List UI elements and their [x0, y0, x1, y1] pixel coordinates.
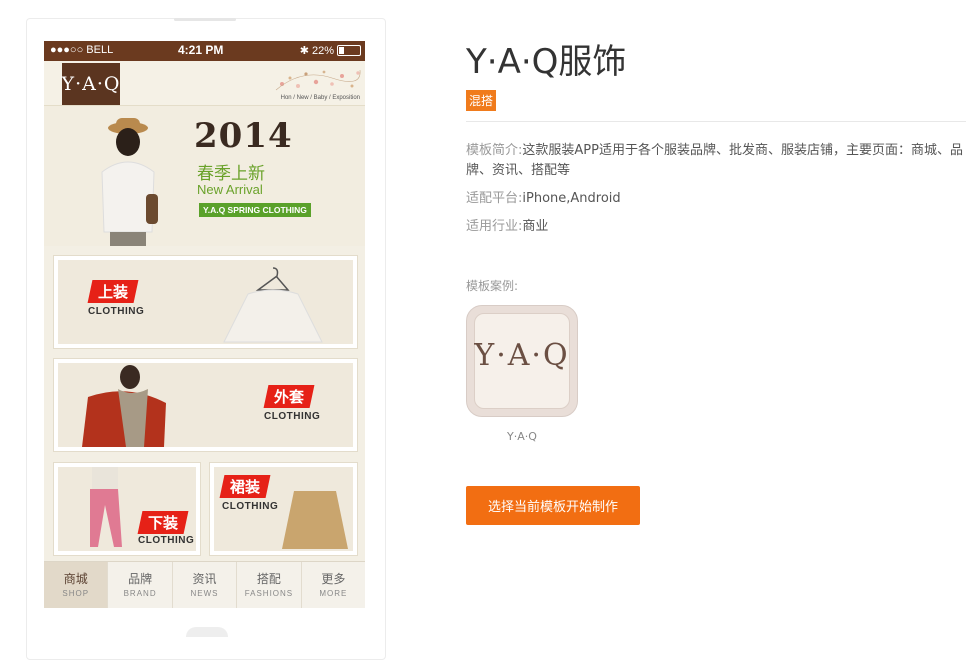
banner-spring-tag: Y.A.Q SPRING CLOTHING — [199, 203, 311, 217]
floral-decoration — [275, 69, 361, 91]
phone-preview: ●●●○○ BELL 4:21 PM ✱ 22% Y·A·Q Hon / New… — [44, 41, 365, 608]
platform-value: iPhone,Android — [522, 191, 621, 206]
spring-banner[interactable]: 2014 春季上新 New Arrival Y.A.Q SPRING CLOTH… — [44, 106, 365, 246]
banner-year: 2014 — [194, 116, 293, 156]
skirt-image — [282, 491, 348, 549]
app-logo: Y·A·Q — [62, 63, 120, 105]
app-icon-logo: Y·A·Q — [474, 338, 570, 373]
template-intro: 模板简介:这款服装APP适用于各个服装品牌、批发商、服装店铺，主要页面：商城、品… — [466, 141, 966, 181]
industry-value: 商业 — [522, 219, 549, 234]
platform-label: 适配平台: — [466, 191, 523, 206]
category-tag-tops: 上装 — [87, 280, 139, 303]
category-tile-coats[interactable]: 外套 CLOTHING — [53, 358, 358, 452]
sweater-image — [223, 267, 323, 343]
status-bar: ●●●○○ BELL 4:21 PM ✱ 22% — [44, 41, 365, 61]
bottom-tab-bar: 商城 SHOP 品牌 BRAND 资讯 NEWS 搭配 FASHIONS 更多 … — [44, 561, 365, 608]
tab-brand[interactable]: 品牌 BRAND — [108, 562, 173, 608]
tab-more[interactable]: 更多 MORE — [302, 562, 365, 608]
header-nav-links[interactable]: Hon / New / Baby / Exposition — [281, 95, 360, 101]
banner-en-title: New Arrival — [197, 182, 263, 197]
coat-model-image — [82, 365, 166, 447]
status-battery-text: 22% — [311, 44, 334, 57]
model-photo — [101, 118, 158, 246]
case-app-name: Y·A·Q — [507, 430, 537, 443]
title-divider — [466, 121, 966, 122]
category-sub-skirts: CLOTHING — [222, 501, 279, 512]
category-sub-tops: CLOTHING — [88, 306, 145, 317]
tab-shop[interactable]: 商城 SHOP — [44, 562, 109, 608]
bluetooth-icon: ✱ — [299, 45, 309, 57]
category-tile-tops[interactable]: 上装 CLOTHING — [53, 255, 358, 349]
app-header: Y·A·Q Hon / New / Baby / Exposition — [44, 61, 365, 106]
category-tile-bottoms[interactable]: 下装 CLOTHING — [53, 462, 201, 556]
start-with-template-button[interactable]: 选择当前模板开始制作 — [466, 486, 640, 525]
category-sub-bottoms: CLOTHING — [138, 535, 195, 546]
category-tag-coats: 外套 — [263, 385, 315, 408]
case-app-icon[interactable]: Y·A·Q — [466, 305, 578, 417]
template-title: Y·A·Q服饰 — [466, 42, 627, 82]
category-tag-bottoms: 下装 — [137, 511, 189, 534]
template-platform: 适配平台:iPhone,Android — [466, 189, 966, 209]
category-tile-skirts[interactable]: 裙装 CLOTHING — [209, 462, 358, 556]
status-carrier: ●●●○○ BELL — [50, 44, 114, 56]
card-top-divider — [174, 18, 236, 21]
intro-label: 模板简介: — [466, 143, 523, 158]
tab-news[interactable]: 资讯 NEWS — [173, 562, 238, 608]
tab-fashions[interactable]: 搭配 FASHIONS — [237, 562, 302, 608]
case-label: 模板案例: — [466, 279, 519, 293]
status-time: 4:21 PM — [178, 43, 224, 57]
pants-model-image — [90, 467, 122, 547]
industry-label: 适用行业: — [466, 219, 523, 234]
phone-home-indicator — [186, 627, 228, 637]
status-right: ✱ 22% — [300, 44, 361, 57]
template-industry: 适用行业:商业 — [466, 217, 966, 237]
style-badge: 混搭 — [466, 90, 497, 111]
category-tag-skirts: 裙装 — [219, 475, 271, 498]
banner-cn-title: 春季上新 — [197, 164, 265, 184]
battery-icon — [337, 45, 361, 56]
category-sub-coats: CLOTHING — [264, 411, 321, 422]
intro-value: 这款服装APP适用于各个服装品牌、批发商、服装店铺，主要页面：商城、品牌、资讯、… — [466, 143, 963, 178]
